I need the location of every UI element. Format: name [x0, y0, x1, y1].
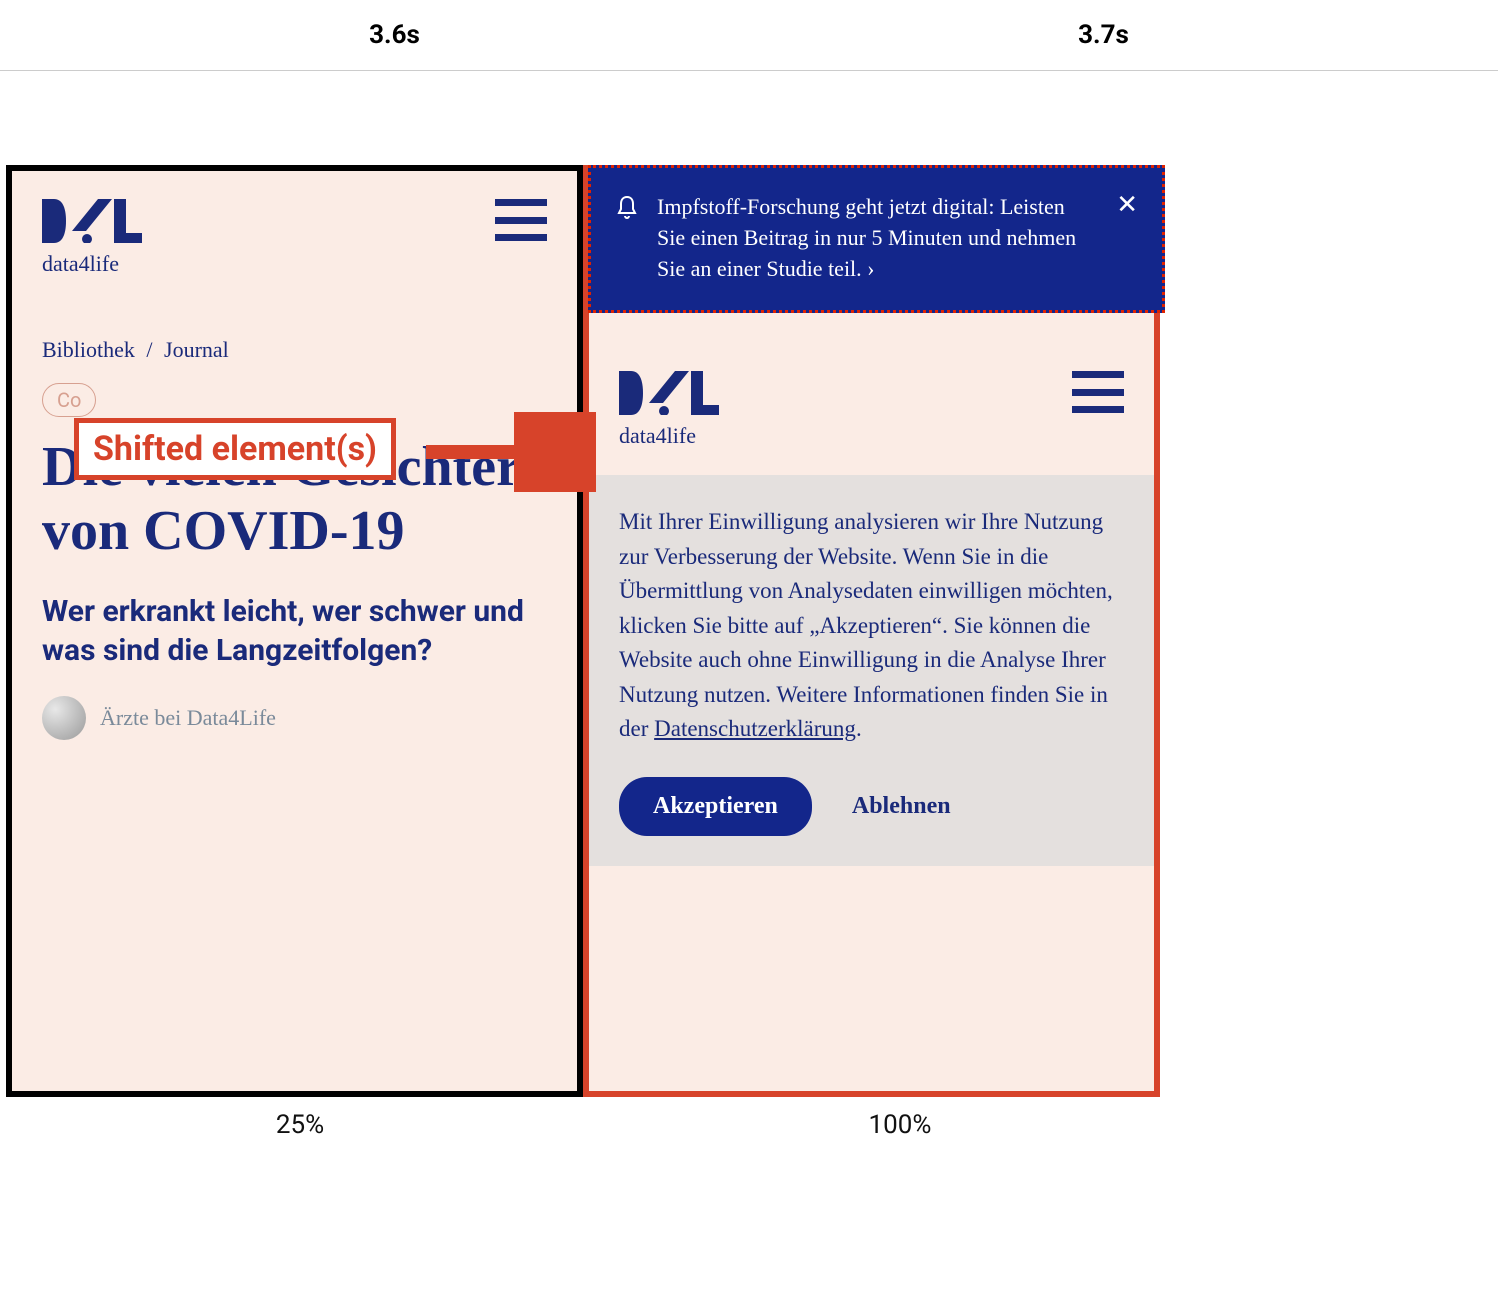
reject-button[interactable]: Ablehnen — [852, 788, 951, 824]
logo-subtext-right: data4life — [619, 423, 719, 449]
hamburger-menu-left[interactable] — [495, 199, 547, 241]
hamburger-line-icon — [1072, 371, 1124, 378]
author-avatar — [42, 696, 86, 740]
shift-annotation-label: Shifted element(s) — [74, 418, 396, 480]
breadcrumb-lib[interactable]: Bibliothek — [42, 337, 135, 362]
shift-arrow-icon — [426, 412, 596, 492]
breadcrumb-journal[interactable]: Journal — [164, 337, 229, 362]
hamburger-line-icon — [1072, 389, 1124, 396]
logo-subtext-left: data4life — [42, 251, 142, 277]
hamburger-menu-right[interactable] — [1072, 371, 1124, 413]
bottom-labels: 25% 100% — [0, 1110, 1200, 1140]
time-label-left: 3.6s — [40, 20, 749, 50]
accept-button[interactable]: Akzeptieren — [619, 777, 812, 836]
consent-dot: . — [856, 716, 862, 741]
consent-privacy-link[interactable]: Datenschutzerklärung — [654, 716, 856, 741]
consent-text: Mit Ihrer Einwilligung analysieren wir I… — [619, 509, 1113, 741]
hamburger-line-icon — [495, 234, 547, 241]
hamburger-line-icon — [495, 217, 547, 224]
time-label-right: 3.7s — [749, 20, 1458, 50]
breadcrumb: Bibliothek / Journal — [12, 277, 577, 363]
pct-label-right: 100% — [600, 1110, 1200, 1140]
d4l-logo-left[interactable]: data4life — [42, 199, 142, 277]
d4l-logo-mark-icon — [619, 371, 719, 415]
header-left: data4life — [12, 171, 577, 277]
banner-text: Impfstoff-Forschung geht jetzt digital: … — [657, 192, 1098, 284]
close-icon[interactable]: ✕ — [1116, 192, 1138, 218]
consent-buttons: Akzeptieren Ablehnen — [619, 777, 1124, 836]
tag-pill[interactable]: Co — [42, 383, 96, 417]
notification-banner[interactable]: Impfstoff-Forschung geht jetzt digital: … — [588, 165, 1165, 313]
consent-panel: Mit Ihrer Einwilligung analysieren wir I… — [589, 475, 1154, 866]
bell-icon — [615, 194, 639, 229]
d4l-logo-mark-icon — [42, 199, 142, 243]
hamburger-line-icon — [495, 199, 547, 206]
top-labels: 3.6s 3.7s — [0, 0, 1498, 71]
d4l-logo-right[interactable]: data4life — [619, 371, 719, 449]
author-name: Ärzte bei Data4Life — [100, 705, 276, 731]
screenshot-before: data4life Bibliothek / Journal Co Die vi… — [6, 165, 583, 1097]
author-row: Ärzte bei Data4Life — [12, 670, 577, 740]
article-subheadline: Wer erkrankt leicht, wer schwer und was … — [12, 564, 577, 670]
banner-wrap: Impfstoff-Forschung geht jetzt digital: … — [588, 165, 1165, 313]
hamburger-line-icon — [1072, 406, 1124, 413]
breadcrumb-sep: / — [146, 337, 152, 362]
pct-label-left: 25% — [0, 1110, 600, 1140]
